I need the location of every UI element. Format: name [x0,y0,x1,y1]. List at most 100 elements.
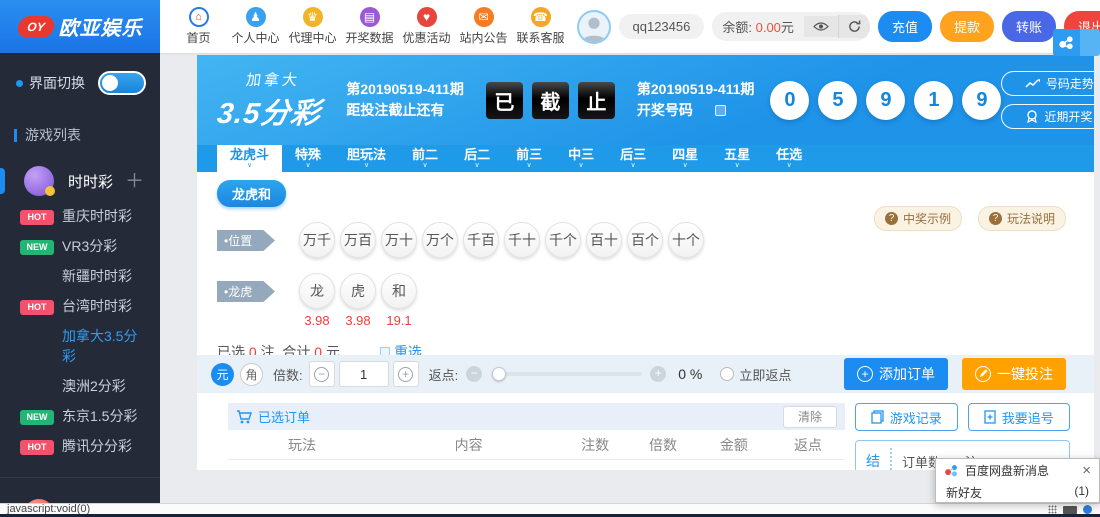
ui-switch-toggle[interactable] [98,71,146,95]
trend-line-icon [1025,79,1040,89]
tab-4xing[interactable]: 四星∨ [659,145,711,172]
nav-home[interactable]: ⌂ 首页 [170,7,227,46]
close-icon[interactable]: × [1082,464,1091,478]
active-group-indicator [0,168,5,194]
sidebar-group-11x5[interactable]: 11选5 ＋ [0,494,160,503]
avatar[interactable] [577,10,611,44]
nav-agent-center[interactable]: ♛ 代理中心 [284,7,341,46]
tab-5xing[interactable]: 五星∨ [711,145,763,172]
tab-hou2[interactable]: 后二∨ [451,145,503,172]
instant-rebate-radio[interactable] [720,367,734,381]
brand-logo[interactable]: OY 欧亚娱乐 [0,0,160,53]
game-history-button[interactable]: 游戏记录 [855,403,958,431]
tab-danwanfa[interactable]: 胆玩法∨ [334,145,399,172]
orders-title: 已选订单 [258,407,310,426]
position-wange[interactable]: 万个 [422,222,458,258]
eye-icon[interactable] [804,16,838,37]
position-shige[interactable]: 十个 [668,222,704,258]
win-example-label: 中奖示例 [903,210,951,227]
recent-draws-button[interactable]: 近期开奖 [1001,104,1094,129]
refresh-icon[interactable] [838,15,870,38]
ui-switch-row: 界面切换 [16,71,146,95]
tab-label: 中三 [568,148,594,162]
tab-qian2[interactable]: 前二∨ [399,145,451,172]
slider-knob[interactable] [492,367,506,381]
sidebar-item-xinjiang[interactable]: 新疆时时彩 [0,261,160,291]
option-long[interactable]: 龙 [299,273,335,309]
draw-number-ball: 0 [770,81,809,120]
tab-longhudou[interactable]: 龙虎斗∨ [217,145,282,172]
clear-orders-button[interactable]: 清除 [783,406,837,428]
chase-number-label: 我要追号 [1002,408,1054,427]
cart-icon [236,410,252,424]
position-qianshi[interactable]: 千十 [504,222,540,258]
sidebar-item-chongqing[interactable]: HOT 重庆时时彩 [0,201,160,231]
tab-label: 特殊 [295,148,321,162]
position-qiange[interactable]: 千个 [545,222,581,258]
chase-number-button[interactable]: 我要追号 [968,403,1071,431]
nav-label: 联系客服 [516,29,564,46]
multiplier-minus-button[interactable]: − [309,361,335,387]
position-baishi[interactable]: 百十 [586,222,622,258]
plus-icon[interactable]: ＋ [125,172,144,191]
service-icon: ☎ [531,7,551,27]
withdraw-button[interactable]: 提款 [940,11,994,42]
sidebar-item-tencent[interactable]: HOT 腾讯分分彩 [0,431,160,461]
subtab-longhuhe[interactable]: 龙虎和 [217,180,286,207]
nav-label: 站内公告 [459,29,507,46]
multiplier-plus-button[interactable]: + [393,361,419,387]
multiplier-input[interactable] [339,361,389,387]
position-wanqian[interactable]: 万千 [299,222,335,258]
tab-zhong3[interactable]: 中三∨ [555,145,607,172]
nav-customer-service[interactable]: ☎ 联系客服 [512,7,569,46]
position-wanbai[interactable]: 万百 [340,222,376,258]
option-he[interactable]: 和 [381,273,417,309]
tab-renxuan[interactable]: 任选∨ [763,145,815,172]
sidebar-item-vr3[interactable]: NEW VR3分彩 [0,231,160,261]
nav-label: 个人中心 [231,29,279,46]
tab-qian3[interactable]: 前三∨ [503,145,555,172]
sidebar-group-ssc[interactable]: 时时彩 ＋ [0,161,160,201]
quick-bet-button[interactable]: 一键投注 [962,358,1066,390]
position-wanshi[interactable]: 万十 [381,222,417,258]
unit-jiao-button[interactable]: 角 [240,363,263,386]
closed-tile: 止 [578,82,615,119]
sidebar: 界面切换 游戏列表 时时彩 ＋ HOT 重庆时时彩 NEW VR3分彩 新疆时时… [0,53,160,503]
chevron-down-icon: ∨ [364,162,369,169]
closed-tile: 截 [532,82,569,119]
sidebar-item-label-active: 加拿大3.5分彩 [62,326,146,366]
username: qq123456 [619,14,705,39]
nav-draw-data[interactable]: ▤ 开奖数据 [341,7,398,46]
position-qianbai[interactable]: 千百 [463,222,499,258]
sidebar-item-australia2[interactable]: 澳洲2分彩 [0,371,160,401]
nav-announcements[interactable]: ✉ 站内公告 [455,7,512,46]
transfer-button[interactable]: 转账 [1002,11,1056,42]
tab-teshu[interactable]: 特殊∨ [282,145,334,172]
add-order-button[interactable]: + 添加订单 [844,358,948,390]
draw-number-ball: 9 [866,81,905,120]
play-rules-button[interactable]: ?玩法说明 [978,206,1066,231]
sidebar-item-taiwan[interactable]: HOT 台湾时时彩 [0,291,160,321]
baidu-pan-float-widget[interactable] [1053,29,1100,56]
notification-body[interactable]: 新好友 (1) [936,481,1099,501]
option-hu[interactable]: 虎 [340,273,376,309]
rebate-minus-button[interactable]: − [466,366,482,382]
tab-hou3[interactable]: 后三∨ [607,145,659,172]
nav-personal-center[interactable]: ♟ 个人中心 [227,7,284,46]
win-example-button[interactable]: ?中奖示例 [874,206,962,231]
unit-yuan-button[interactable]: 元 [211,363,234,386]
rebate-slider[interactable] [492,372,642,376]
balance-value: 0.00 [756,20,781,35]
sidebar-item-tokyo15[interactable]: NEW 东京1.5分彩 [0,401,160,431]
deposit-button[interactable]: 充值 [878,11,932,42]
sidebar-item-canada35[interactable]: 加拿大3.5分彩 [0,321,160,371]
nav-promotions[interactable]: ♥ 优惠活动 [398,7,455,46]
tab-label: 前三 [516,148,542,162]
position-baige[interactable]: 百个 [627,222,663,258]
rebate-plus-button[interactable]: + [650,366,666,382]
chevron-down-icon: ∨ [527,162,532,169]
baidu-pan-tab[interactable] [1080,29,1100,56]
user-icon: ♟ [246,7,266,27]
number-trend-button[interactable]: 号码走势 [1001,71,1094,96]
pen-circle-icon [975,366,991,382]
